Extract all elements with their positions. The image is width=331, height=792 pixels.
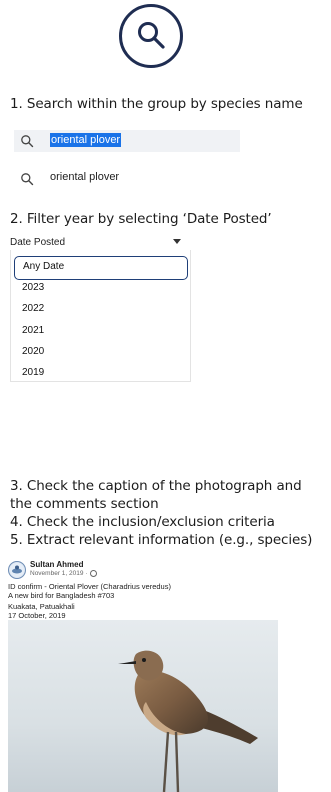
date-posted-dropdown-label[interactable]: Date Posted	[10, 237, 65, 248]
date-option-2022[interactable]: 2022	[14, 299, 188, 321]
post-caption-line-2: A new bird for Bangladesh #703	[8, 591, 115, 600]
globe-icon	[90, 570, 98, 577]
search-icon	[119, 4, 183, 68]
step-5-text: 5. Extract relevant information (e.g., s…	[10, 532, 313, 548]
search-query-text: oriental plover	[50, 133, 122, 147]
date-option-2020[interactable]: 2020	[14, 342, 188, 364]
post-author-name[interactable]: Sultan Ahmed	[30, 560, 83, 569]
date-option-2019[interactable]: 2019	[14, 363, 188, 385]
search-suggestion-label: oriental plover	[50, 171, 120, 183]
bird-photo	[8, 620, 278, 792]
search-icon	[20, 171, 34, 190]
post-caption-line-1: ID confirm - Oriental Plover (Charadrius…	[8, 582, 171, 591]
date-posted-menu: Any Date 2023 2022 2021 2020 2019	[10, 250, 191, 382]
step-2-text: 2. Filter year by selecting ‘Date Posted…	[10, 211, 272, 227]
chevron-down-icon[interactable]	[173, 239, 181, 244]
search-input[interactable]: oriental plover	[14, 130, 240, 152]
post-date-text: November 1, 2019 ·	[30, 570, 88, 578]
step-1-text: 1. Search within the group by species na…	[10, 96, 303, 112]
step-3-text-line-2: the comments section	[10, 496, 159, 512]
search-suggestion[interactable]: oriental plover	[14, 167, 240, 189]
step-4-text: 4. Check the inclusion/exclusion criteri…	[10, 514, 275, 530]
date-option-2021[interactable]: 2021	[14, 321, 188, 343]
search-icon	[20, 133, 34, 152]
avatar[interactable]	[8, 561, 26, 579]
post-caption-line-3: Kuakata, Patuakhali	[8, 602, 75, 611]
date-option-2023[interactable]: 2023	[14, 278, 188, 300]
step-3-text-line-1: 3. Check the caption of the photograph a…	[10, 478, 302, 494]
post-date[interactable]: November 1, 2019 ·	[30, 570, 98, 578]
post-caption-line-4: 17 October, 2019	[8, 611, 66, 620]
date-option-any-date[interactable]: Any Date	[14, 256, 188, 280]
